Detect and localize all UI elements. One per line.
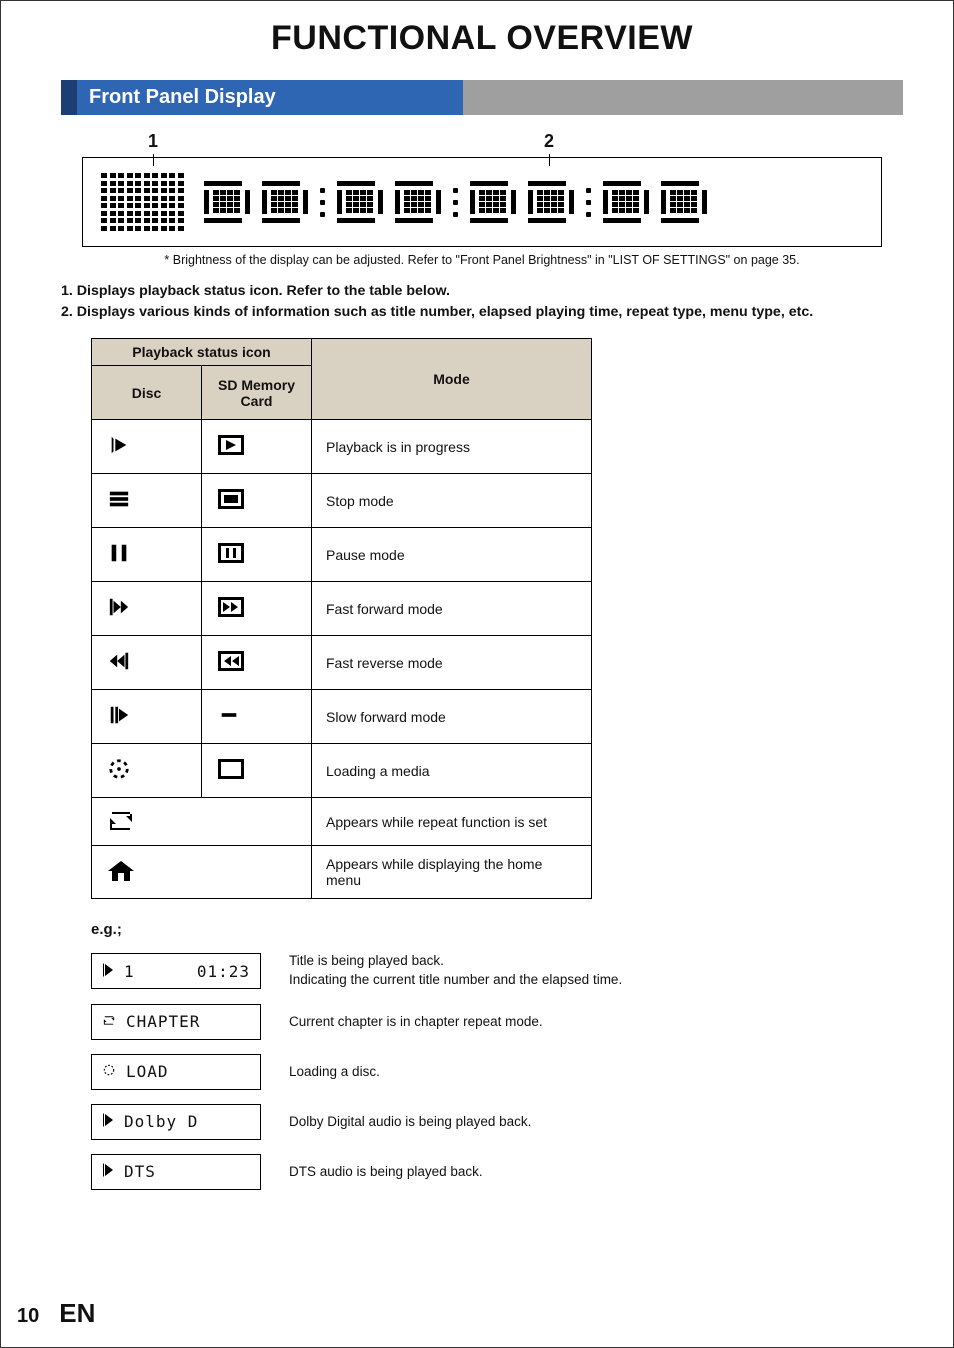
- figure-footnote: * Brightness of the display can be adjus…: [61, 253, 903, 267]
- play-icon: [106, 434, 132, 456]
- lcd-display: LOAD: [91, 1054, 261, 1090]
- repeat-icon: [102, 1012, 116, 1031]
- sd-play-icon: [216, 433, 246, 457]
- play-icon: [102, 962, 114, 981]
- play-icon: [102, 1112, 114, 1131]
- example-description: Current chapter is in chapter repeat mod…: [289, 1013, 543, 1032]
- frev-icon: [106, 650, 132, 672]
- table-row: Pause mode: [92, 528, 592, 582]
- page-footer: 10 EN: [17, 1298, 95, 1329]
- loading-icon: [102, 1062, 116, 1081]
- page-language: EN: [59, 1298, 95, 1329]
- ffwd-icon: [106, 596, 132, 618]
- mode-text: Appears while repeat function is set: [312, 798, 592, 846]
- mode-text: Playback is in progress: [312, 420, 592, 474]
- page-number: 10: [17, 1305, 39, 1328]
- seven-segment-row: [204, 181, 707, 223]
- marker-1-label: 1: [148, 131, 158, 151]
- table-row: Slow forward mode: [92, 690, 592, 744]
- page-container: FUNCTIONAL OVERVIEW Front Panel Display …: [0, 0, 954, 1348]
- mode-text: Stop mode: [312, 474, 592, 528]
- lcd-display: CHAPTER: [91, 1004, 261, 1040]
- table-row: Fast forward mode: [92, 582, 592, 636]
- example-row: Dolby D Dolby Digital audio is being pla…: [91, 1104, 903, 1140]
- mode-text: Slow forward mode: [312, 690, 592, 744]
- status-icon-table: Playback status icon Mode Disc SD Memory…: [91, 338, 592, 899]
- pause-icon: [106, 542, 132, 564]
- table-row: Stop mode: [92, 474, 592, 528]
- th-sd-memory-card: SD Memory Card: [202, 366, 312, 420]
- lcd-display: DTS: [91, 1154, 261, 1190]
- repeat-icon: [106, 808, 136, 832]
- figure-markers: 1 2: [82, 131, 882, 157]
- table-row: Fast reverse mode: [92, 636, 592, 690]
- example-row: LOAD Loading a disc.: [91, 1054, 903, 1090]
- lcd-text: Dolby D: [124, 1112, 198, 1131]
- example-label: e.g.;: [91, 921, 903, 938]
- sd-pause-icon: [216, 541, 246, 565]
- th-playback-status-icon: Playback status icon: [92, 339, 312, 366]
- mode-text: Fast forward mode: [312, 582, 592, 636]
- table-row: Loading a media: [92, 744, 592, 798]
- legend-item-2: 2. Displays various kinds of information…: [61, 302, 903, 323]
- marker-2: 2: [544, 131, 554, 166]
- lcd-time: 01:23: [197, 962, 250, 981]
- example-description: Loading a disc.: [289, 1063, 380, 1082]
- legend-list: 1. Displays playback status icon. Refer …: [61, 281, 903, 322]
- sd-stop-icon: [216, 487, 246, 511]
- marker-2-label: 2: [544, 131, 554, 151]
- mode-text: Fast reverse mode: [312, 636, 592, 690]
- sd-ffwd-icon: [216, 595, 246, 619]
- example-row: CHAPTER Current chapter is in chapter re…: [91, 1004, 903, 1040]
- th-disc: Disc: [92, 366, 202, 420]
- play-icon: [102, 1162, 114, 1181]
- section-heading: Front Panel Display: [61, 80, 903, 115]
- table-row: Appears while displaying the home menu: [92, 846, 592, 899]
- example-description: Dolby Digital audio is being played back…: [289, 1113, 531, 1132]
- front-panel-figure: 1 2: [61, 131, 903, 247]
- example-row: 1 01:23 Title is being played back. Indi…: [91, 952, 903, 990]
- lcd-title-number: 1: [124, 962, 135, 981]
- sd-blank-icon: [216, 757, 246, 781]
- marker-1: 1: [148, 131, 158, 166]
- table-row: Appears while repeat function is set: [92, 798, 592, 846]
- lcd-display: 1 01:23: [91, 953, 261, 989]
- legend-item-1: 1. Displays playback status icon. Refer …: [61, 281, 903, 302]
- sd-frev-icon: [216, 649, 246, 673]
- stop-icon: [106, 488, 132, 510]
- example-row: DTS DTS audio is being played back.: [91, 1154, 903, 1190]
- mode-text: Appears while displaying the home menu: [312, 846, 592, 899]
- loading-icon: [106, 758, 132, 780]
- lcd-text: CHAPTER: [126, 1012, 200, 1031]
- table-row: Playback is in progress: [92, 420, 592, 474]
- example-description: DTS audio is being played back.: [289, 1163, 483, 1182]
- th-mode: Mode: [312, 339, 592, 420]
- page-title: FUNCTIONAL OVERVIEW: [61, 19, 903, 58]
- dash-icon: [216, 704, 242, 726]
- home-icon: [106, 859, 136, 883]
- mode-text: Loading a media: [312, 744, 592, 798]
- slow-icon: [106, 704, 132, 726]
- display-panel: [82, 157, 882, 247]
- lcd-text: LOAD: [126, 1062, 169, 1081]
- lcd-text: DTS: [124, 1162, 156, 1181]
- status-dot-matrix: [101, 173, 184, 231]
- example-description: Title is being played back. Indicating t…: [289, 952, 622, 990]
- lcd-display: Dolby D: [91, 1104, 261, 1140]
- mode-text: Pause mode: [312, 528, 592, 582]
